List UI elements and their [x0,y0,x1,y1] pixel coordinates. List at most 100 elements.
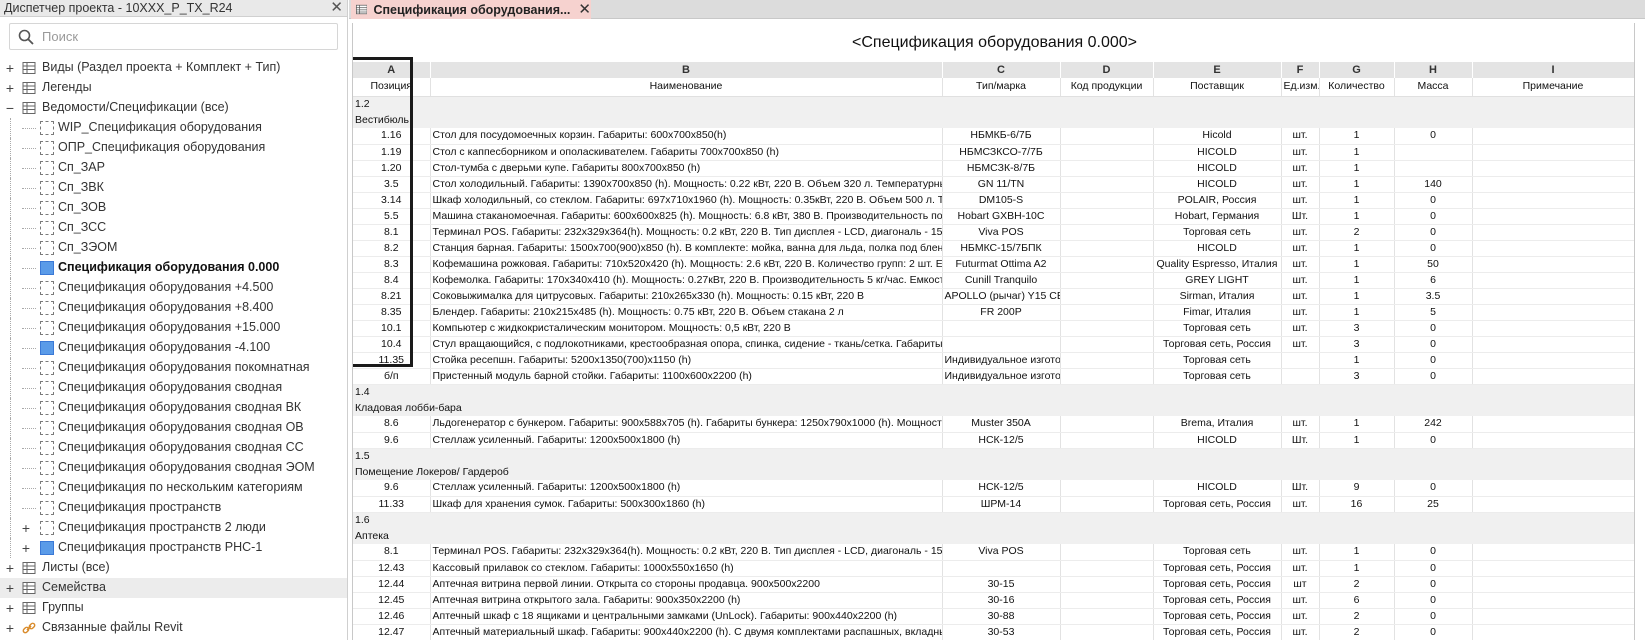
table-cell[interactable] [1060,256,1154,273]
expand-toggle-icon[interactable]: + [4,621,16,635]
table-row[interactable]: 8.4 Кофемолка. Габариты: 170х340х410 (h).… [353,272,1634,289]
table-row[interactable]: 1.16 Стол для посудомоечных корзин. Габар… [353,128,1634,145]
table-cell[interactable]: 12.44 [353,576,431,593]
table-cell[interactable]: 2 [1319,224,1395,241]
table-cell[interactable]: б/п [353,368,431,385]
group-header-row[interactable]: Аптека [353,528,1634,544]
table-cell[interactable]: HICOLD [1153,176,1282,193]
table-cell[interactable]: 1 [1319,272,1395,289]
table-row[interactable]: 12.46 Аптечный шкаф с 18 ящиками и центра… [353,608,1634,625]
table-cell[interactable] [1472,288,1634,305]
table-cell[interactable]: 30-15 [942,576,1061,593]
table-cell[interactable]: Торговая сеть, Россия [1153,496,1282,513]
table-cell[interactable]: 3 [1319,368,1395,385]
table-cell[interactable]: 16 [1319,496,1395,513]
table-cell[interactable] [1472,544,1634,561]
table-cell[interactable]: шт. [1281,320,1320,337]
tree-item[interactable]: + Виды (Раздел проекта + Комплект + Тип) [0,58,347,78]
column-letter[interactable]: B [430,62,943,78]
table-cell[interactable]: 1 [1319,544,1395,561]
table-cell[interactable]: Hobart, Германия [1153,208,1282,225]
table-cell[interactable] [1060,336,1154,353]
table-cell[interactable]: 8.21 [353,288,431,305]
table-cell[interactable]: 1.20 [353,160,431,177]
table-cell[interactable]: Шкаф для хранения сумок. Габариты: 500х3… [430,496,943,513]
table-row[interactable]: 3.14 Шкаф холодильный, со стеклом. Габари… [353,192,1634,209]
table-cell[interactable] [1394,144,1473,161]
table-cell[interactable]: Viva POS [942,544,1061,561]
search-box[interactable] [9,23,338,50]
table-cell[interactable] [1060,592,1154,609]
table-cell[interactable] [1472,368,1634,385]
table-cell[interactable]: 9.6 [353,480,431,497]
table-cell[interactable]: Терминал POS. Габариты: 232х329х364(h). … [430,224,943,241]
table-row[interactable]: 8.1 Терминал POS. Габариты: 232х329х364(h… [353,224,1634,241]
table-row[interactable]: 8.2 Станция барная. Габариты: 1500х700(90… [353,240,1634,257]
table-cell[interactable]: НБМСЗКСО-7/7Б [942,144,1061,161]
table-cell[interactable] [1472,608,1634,625]
table-cell[interactable]: НБМКБ-6/7Б [942,128,1061,145]
table-cell[interactable] [1060,544,1154,561]
table-cell[interactable]: Шкаф холодильный, со стеклом. Габариты: … [430,192,943,209]
table-cell[interactable] [1281,352,1320,369]
table-cell[interactable]: Brema, Италия [1153,416,1282,433]
table-cell[interactable]: HICOLD [1153,240,1282,257]
table-cell[interactable]: 0 [1394,544,1473,561]
table-cell[interactable]: Аптечная витрина первой линии. Открыта с… [430,576,943,593]
table-cell[interactable]: 140 [1394,176,1473,193]
expand-toggle-icon[interactable]: − [4,101,16,115]
table-cell[interactable]: шт. [1281,192,1320,209]
table-row[interactable]: 9.6 Стеллаж усиленный. Габариты: 1200х500… [353,480,1634,497]
table-cell[interactable]: шт. [1281,544,1320,561]
table-cell[interactable] [1060,224,1154,241]
column-letter[interactable]: F [1281,62,1320,78]
table-cell[interactable] [1060,576,1154,593]
table-cell[interactable]: НСК-12/5 [942,480,1061,497]
table-cell[interactable]: шт [1281,576,1320,593]
table-cell[interactable]: Терминал POS. Габариты: 232х329х364(h). … [430,544,943,561]
table-row[interactable]: 12.45 Аптечная витрина открытого зала. Га… [353,592,1634,609]
table-cell[interactable]: Соковыжималка для цитрусовых. Габариты: … [430,288,943,305]
table-cell[interactable] [1472,176,1634,193]
table-cell[interactable]: Кассовый прилавок со стеклом. Габариты: … [430,560,943,577]
table-row[interactable]: 10.4 Стул вращающийся, с подлокотниками, … [353,336,1634,353]
table-cell[interactable]: 0 [1394,336,1473,353]
tree-item[interactable]: + Спецификация пространств РНС-1 [0,538,347,558]
table-cell[interactable]: Льдогенератор с бункером. Габариты: 900х… [430,416,943,433]
table-cell[interactable]: шт. [1281,496,1320,513]
table-cell[interactable] [1472,432,1634,449]
table-cell[interactable]: шт. [1281,304,1320,321]
group-header-row[interactable]: Помещение Локеров/ Гардероб [353,464,1634,480]
table-cell[interactable]: НБМСЗК-8/7Б [942,160,1061,177]
table-cell[interactable]: Машина стаканомоечная. Габариты: 600х600… [430,208,943,225]
column-letter[interactable]: A [353,62,431,78]
table-cell[interactable]: Блендер. Габариты: 210х215х485 (h). Мощн… [430,304,943,321]
table-cell[interactable]: шт. [1281,240,1320,257]
column-letter[interactable]: D [1060,62,1154,78]
table-cell[interactable] [1472,208,1634,225]
tree-item[interactable]: Спецификация оборудования сводная ОВ [0,418,347,438]
group-header-row[interactable]: Вестибюль [353,112,1634,128]
table-cell[interactable]: 30-16 [942,592,1061,609]
table-cell[interactable]: 12.45 [353,592,431,609]
expand-toggle-icon[interactable]: + [20,521,32,535]
table-cell[interactable]: шт. [1281,128,1320,145]
table-row[interactable]: 8.1 Терминал POS. Габариты: 232х329х364(h… [353,544,1634,561]
table-cell[interactable]: 0 [1394,560,1473,577]
table-cell[interactable]: НБМКС-15/7БПК [942,240,1061,257]
table-cell[interactable]: 5 [1394,304,1473,321]
table-cell[interactable]: 1 [1319,304,1395,321]
table-cell[interactable]: 0 [1394,208,1473,225]
table-cell[interactable]: Стеллаж усиленный. Габариты: 1200х500х18… [430,480,943,497]
table-cell[interactable]: 12.46 [353,608,431,625]
tree-item[interactable]: − Ведомости/Спецификации (все) [0,98,347,118]
table-cell[interactable]: Fimar, Италия [1153,304,1282,321]
table-cell[interactable]: 1 [1319,560,1395,577]
table-cell[interactable] [1472,256,1634,273]
table-cell[interactable]: 3.5 [1394,288,1473,305]
table-cell[interactable]: 8.3 [353,256,431,273]
table-row[interactable]: 8.21 Соковыжималка для цитрусовых. Габари… [353,288,1634,305]
table-cell[interactable]: 8.2 [353,240,431,257]
column-header[interactable]: Поставщик [1153,78,1282,97]
group-header-row[interactable]: 1.6 [353,512,1634,528]
